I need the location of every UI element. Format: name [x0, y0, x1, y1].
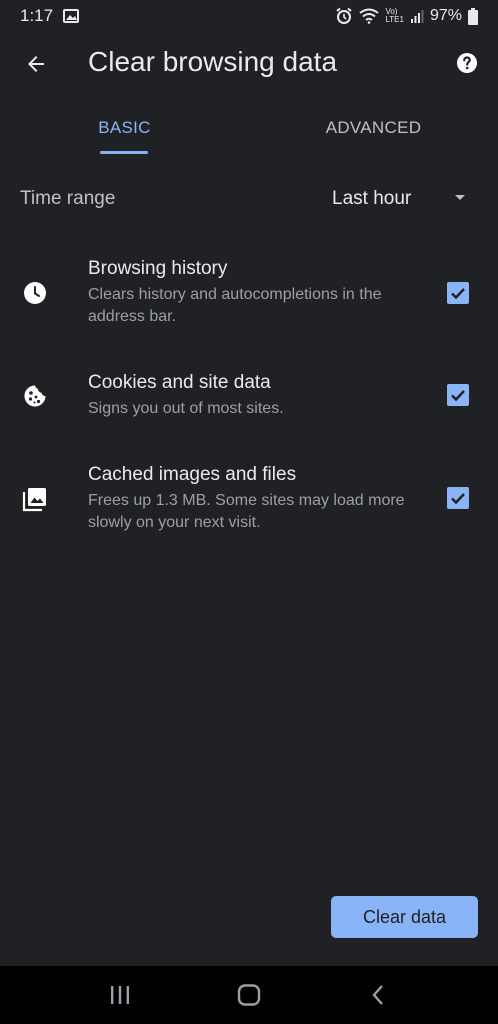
- option-title: Cookies and site data: [88, 372, 271, 393]
- time-range-row: Time range Last hour: [0, 176, 498, 224]
- page-title: Clear browsing data: [88, 46, 338, 77]
- option-text: Cookies and site data Signs you out of m…: [88, 370, 418, 420]
- tab-bar: BASIC ADVANCED: [0, 100, 498, 156]
- home-button[interactable]: [229, 980, 269, 1010]
- option-description: Signs you out of most sites.: [88, 400, 284, 417]
- option-text: Browsing history Clears history and auto…: [88, 256, 418, 328]
- alarm-icon: [335, 7, 353, 25]
- recent-apps-icon: [111, 986, 129, 1004]
- time-range-dropdown[interactable]: Last hour: [320, 180, 480, 220]
- check-icon: [451, 288, 465, 300]
- home-icon: [237, 984, 261, 1006]
- time-range-label: Time range: [20, 188, 116, 209]
- back-button[interactable]: [16, 44, 56, 84]
- clock-icon: [22, 280, 48, 306]
- option-title: Browsing history: [88, 258, 228, 279]
- help-icon: [457, 53, 477, 73]
- help-button[interactable]: [454, 50, 480, 76]
- option-description: Clears history and autocompletions in th…: [88, 286, 382, 325]
- clear-data-button[interactable]: Clear data: [331, 896, 478, 938]
- screen: 1:17 Vo) LTE1 97% Clear browsing data BA…: [0, 0, 498, 1024]
- tab-advanced[interactable]: ADVANCED: [249, 100, 498, 156]
- cached-images-checkbox[interactable]: [447, 487, 469, 509]
- tab-basic[interactable]: BASIC: [0, 100, 249, 156]
- option-browsing-history[interactable]: Browsing history Clears history and auto…: [0, 256, 498, 336]
- recent-apps-button[interactable]: [100, 980, 140, 1010]
- check-icon: [451, 493, 465, 505]
- signal-icon: [410, 9, 424, 23]
- app-bar: Clear browsing data: [0, 32, 498, 96]
- option-description: Frees up 1.3 MB. Some sites may load mor…: [88, 492, 405, 531]
- battery-percentage: 97%: [429, 7, 462, 24]
- tab-indicator: [100, 151, 148, 154]
- option-cookies[interactable]: Cookies and site data Signs you out of m…: [0, 370, 498, 430]
- option-title: Cached images and files: [88, 464, 297, 485]
- chevron-left-icon: [372, 985, 383, 1005]
- back-nav-button[interactable]: [358, 980, 398, 1010]
- browsing-history-checkbox[interactable]: [447, 282, 469, 304]
- battery-icon: [468, 7, 478, 25]
- status-bar: 1:17 Vo) LTE1 97%: [0, 0, 498, 32]
- check-icon: [451, 390, 465, 402]
- gallery-notification-icon: [63, 9, 80, 23]
- network-type-label: Vo) LTE1: [385, 7, 404, 24]
- arrow-back-icon: [28, 56, 44, 72]
- cookie-icon: [22, 383, 48, 409]
- wifi-icon: [359, 8, 380, 24]
- cookies-checkbox[interactable]: [447, 384, 469, 406]
- dropdown-arrow-icon: [455, 195, 465, 200]
- images-icon: [22, 486, 48, 512]
- option-text: Cached images and files Frees up 1.3 MB.…: [88, 462, 418, 534]
- system-nav-bar: [0, 966, 498, 1024]
- time-range-value: Last hour: [332, 188, 412, 209]
- option-cached-images[interactable]: Cached images and files Frees up 1.3 MB.…: [0, 462, 498, 542]
- status-time: 1:17: [20, 6, 54, 25]
